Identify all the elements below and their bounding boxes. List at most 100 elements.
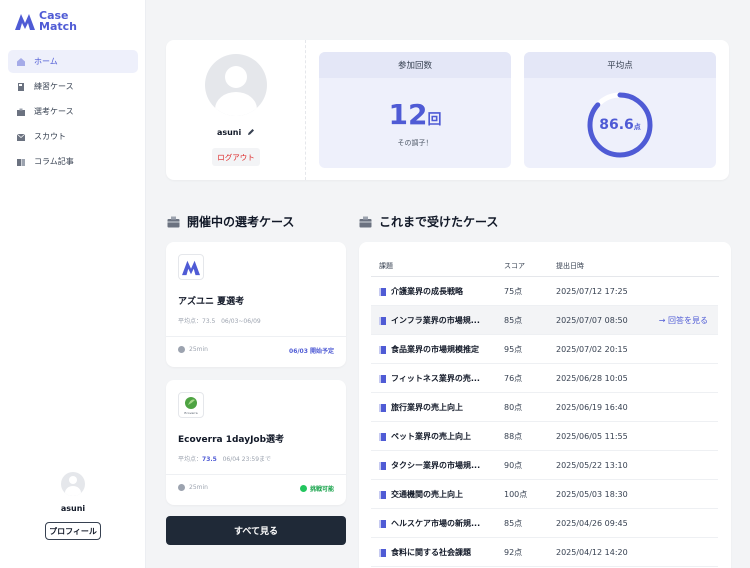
profile-name-text: asuni (216, 128, 242, 137)
case-card[interactable]: Ecoverra Ecoverra 1dayJob選考 平均点：73.5 06/… (166, 380, 346, 505)
notebook-icon (16, 82, 26, 92)
briefcase-icon (167, 216, 180, 228)
row-score: 80点 (504, 403, 523, 412)
row-score: 95点 (504, 345, 523, 354)
column-header-title: 課題 (379, 262, 393, 270)
participation-count-message: その調子！ (397, 139, 433, 147)
row-score: 75点 (504, 287, 523, 296)
logo-mark-icon (182, 260, 200, 276)
row-date: 2025/07/02 20:15 (556, 345, 628, 354)
row-score: 76点 (504, 374, 523, 383)
row-score: 85点 (504, 519, 523, 528)
history-heading: これまで受けたケース (359, 213, 498, 230)
book-icon (379, 461, 386, 470)
row-date: 2025/07/07 08:50 (556, 316, 628, 325)
row-title: フィットネス業界の売... (391, 374, 480, 383)
clock-icon (178, 346, 185, 353)
brand-name: Case Match (39, 10, 77, 32)
sidebar-item-label: ホーム (34, 57, 58, 66)
sidebar-item-scout[interactable]: スカウト (8, 125, 138, 148)
table-row[interactable]: 介護業界の成長戦略 75点 2025/07/12 17:25 (371, 277, 718, 306)
check-circle-icon (299, 485, 307, 492)
participation-count-box: 参加回数 12回 その調子！ (319, 52, 511, 168)
case-average: 平均点：73.5 (178, 318, 216, 325)
company-logo (178, 254, 204, 280)
case-average-value: 73.5 (202, 456, 217, 463)
table-row[interactable]: 食料に関する社会課題 92点 2025/04/12 14:20 (371, 538, 718, 567)
row-score: 88点 (504, 432, 523, 441)
book-icon (379, 316, 386, 325)
case-meta: 平均点：73.5 06/03~06/09 (178, 316, 261, 325)
history-title: これまで受けたケース (379, 215, 499, 229)
brand-logo[interactable]: Case Match (14, 10, 77, 32)
case-title: Ecoverra 1dayJob選考 (178, 435, 285, 445)
divider (166, 474, 346, 475)
sidebar-item-selection[interactable]: 選考ケース (8, 100, 138, 123)
company-logo: Ecoverra (178, 392, 204, 418)
book-icon (379, 432, 386, 441)
pencil-icon[interactable] (247, 128, 255, 136)
table-row[interactable]: ペット業界の売上向上 88点 2025/06/05 11:55 (371, 422, 718, 451)
briefcase-icon (16, 107, 26, 117)
profile-name: asuni (166, 128, 306, 137)
participation-count-number: 12 (388, 98, 428, 131)
profile-card: asuni ログアウト 参加回数 12回 その調子！ 平均点 86.6 点 (166, 40, 729, 180)
table-row[interactable]: 交通機関の売上向上 100点 2025/05/03 18:30 (371, 480, 718, 509)
open-cases-title: 開催中の選考ケース (187, 215, 295, 229)
row-title: ペット業界の売上向上 (391, 432, 471, 441)
case-average-label: 平均点： (178, 456, 203, 463)
view-answer-link[interactable]: → 回答を見る (659, 306, 708, 335)
case-duration-text: 25min (189, 346, 208, 353)
case-status: 挑戦可能 (299, 484, 334, 493)
sidebar: Case Match ホーム 練習ケース 選考ケース スカウト コラム記事 as… (0, 0, 146, 568)
participation-count-unit: 回 (427, 112, 442, 128)
table-row[interactable]: 食品業界の市場規模推定 95点 2025/07/02 20:15 (371, 335, 718, 364)
history-table: 課題 スコア 提出日時 介護業界の成長戦略 75点 2025/07/12 17:… (359, 242, 731, 568)
table-row[interactable]: タクシー業界の市場規... 90点 2025/05/22 13:10 (371, 451, 718, 480)
book-icon (379, 374, 386, 383)
book-icon (16, 157, 26, 167)
average-score-unit: 点 (633, 123, 641, 131)
case-title: アズユニ 夏選考 (178, 297, 245, 307)
participation-count-label: 参加回数 (319, 52, 511, 78)
row-date: 2025/05/22 13:10 (556, 461, 628, 470)
column-header-score: スコア (504, 262, 525, 270)
case-card[interactable]: アズユニ 夏選考 平均点：73.5 06/03~06/09 25min 06/0… (166, 242, 346, 367)
sidebar-item-practice[interactable]: 練習ケース (8, 75, 138, 98)
column-header-date: 提出日時 (556, 262, 584, 270)
row-date: 2025/06/19 16:40 (556, 403, 628, 412)
case-duration: 25min (178, 346, 208, 353)
row-score: 90点 (504, 461, 523, 470)
sidebar-item-column[interactable]: コラム記事 (8, 150, 138, 173)
row-title: ヘルスケア市場の新規... (391, 519, 481, 528)
row-title: 食料に関する社会課題 (391, 548, 471, 557)
table-row[interactable]: ヘルスケア市場の新規... 85点 2025/04/26 09:45 (371, 509, 718, 538)
book-icon (379, 490, 386, 499)
sidebar-item-home[interactable]: ホーム (8, 50, 138, 73)
company-logo-text: Ecoverra (184, 411, 197, 415)
logout-button[interactable]: ログアウト (212, 148, 260, 166)
leaf-logo-icon: Ecoverra (184, 397, 198, 415)
home-icon (16, 57, 26, 67)
table-row[interactable]: インフラ業界の市場規... 85点 2025/07/07 08:50 → 回答を… (371, 306, 718, 335)
case-status-text: 挑戦可能 (309, 486, 334, 493)
table-row[interactable]: 旅行業界の売上向上 80点 2025/06/19 16:40 (371, 393, 718, 422)
brand-line-2: Match (39, 20, 77, 33)
profile-button[interactable]: プロフィール (45, 522, 101, 540)
participation-count-value: 12回 (319, 98, 511, 131)
row-title: 介護業界の成長戦略 (391, 287, 463, 296)
row-title: タクシー業界の市場規... (391, 461, 481, 470)
view-all-button[interactable]: すべて見る (166, 516, 346, 545)
row-date: 2025/05/03 18:30 (556, 490, 628, 499)
case-deadline: 06/04 23:59まで (222, 456, 272, 463)
case-status: 06/03 開始予定 (289, 348, 334, 355)
mail-icon (16, 132, 26, 142)
row-title: 交通機関の売上向上 (391, 490, 463, 499)
case-duration-text: 25min (189, 484, 208, 491)
divider (166, 336, 346, 337)
book-icon (379, 345, 386, 354)
average-score-value: 86.6 点 (585, 90, 655, 160)
table-row[interactable]: フィットネス業界の売... 76点 2025/06/28 10:05 (371, 364, 718, 393)
sidebar-nav: ホーム 練習ケース 選考ケース スカウト コラム記事 (8, 50, 138, 175)
row-score: 92点 (504, 548, 523, 557)
